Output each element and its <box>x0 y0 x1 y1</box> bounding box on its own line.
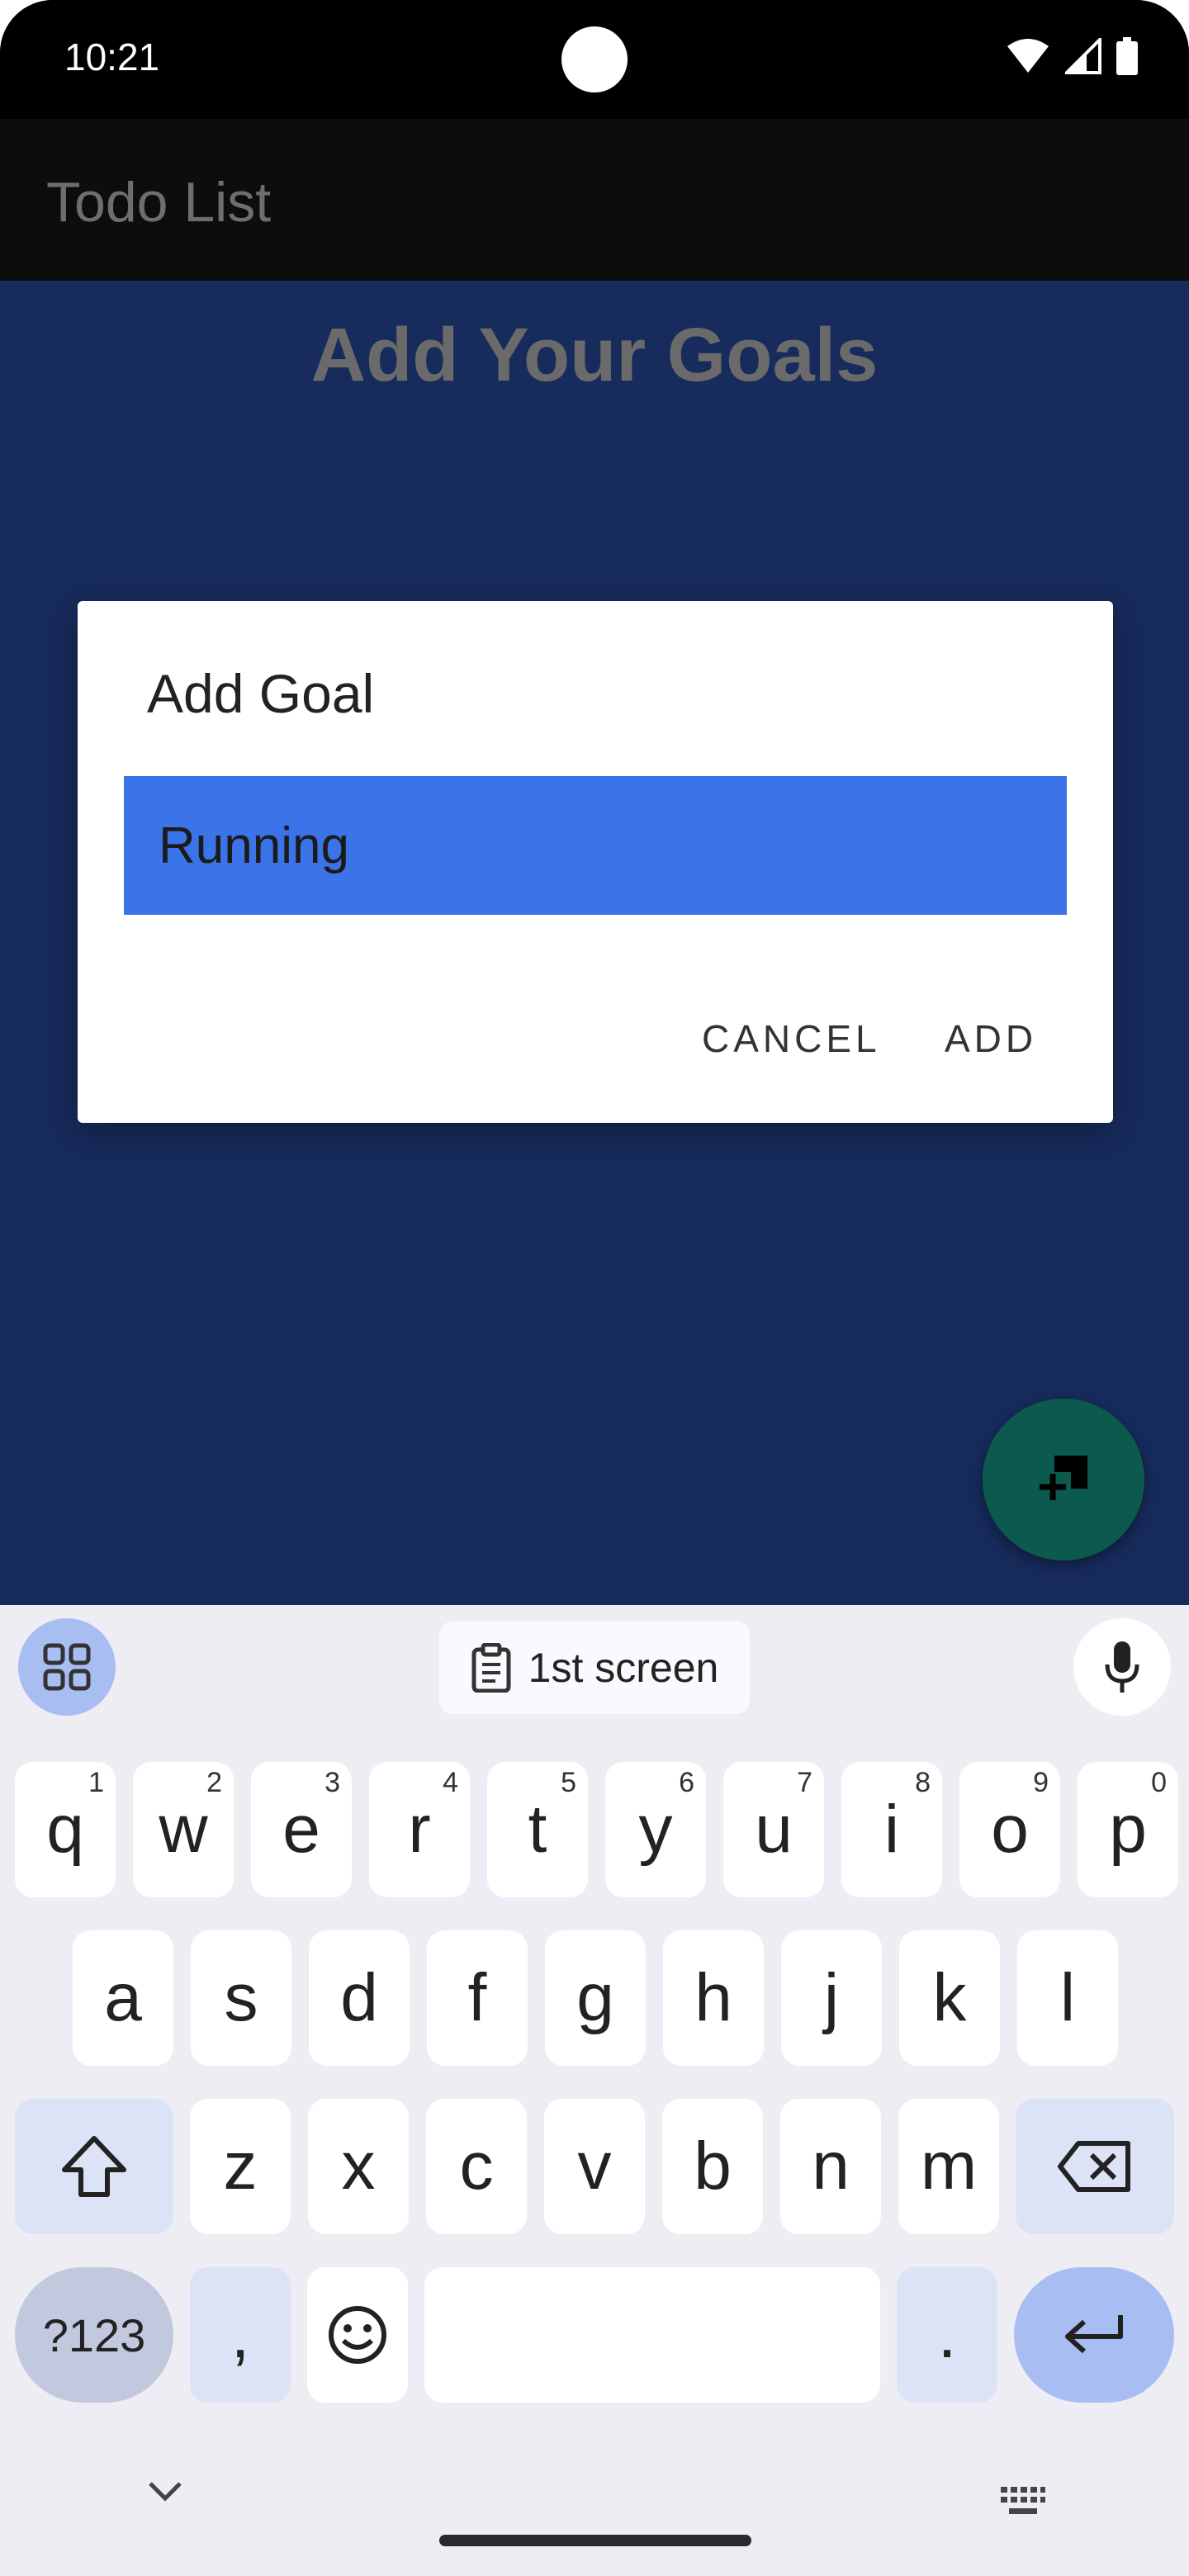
key-i[interactable]: i8 <box>841 1762 942 1897</box>
key-d[interactable]: d <box>309 1930 410 2066</box>
mic-icon <box>1105 1641 1139 1693</box>
emoji-key[interactable] <box>307 2267 408 2403</box>
enter-key[interactable] <box>1014 2267 1174 2403</box>
key-s[interactable]: s <box>191 1930 291 2066</box>
key-label: q <box>46 1792 84 1867</box>
add-button[interactable]: ADD <box>940 1016 1042 1062</box>
suggestion-text: 1st screen <box>528 1645 719 1691</box>
key-c[interactable]: c <box>426 2099 527 2234</box>
period-key[interactable]: . <box>897 2267 997 2403</box>
page-heading: Add Your Goals <box>310 313 879 397</box>
key-number-hint: 7 <box>797 1767 812 1798</box>
key-n[interactable]: n <box>780 2099 881 2234</box>
key-label: t <box>528 1792 547 1867</box>
add-goal-dialog: Add Goal CANCEL ADD <box>78 601 1113 1123</box>
key-r[interactable]: r4 <box>369 1762 470 1897</box>
key-f[interactable]: f <box>427 1930 528 2066</box>
key-k[interactable]: k <box>899 1930 1000 2066</box>
app-title: Todo List <box>46 171 272 234</box>
key-t[interactable]: t5 <box>487 1762 588 1897</box>
status-icons <box>1006 36 1138 76</box>
key-label: e <box>282 1792 320 1867</box>
key-number-hint: 3 <box>324 1767 340 1798</box>
key-y[interactable]: y6 <box>605 1762 706 1897</box>
key-label: w <box>159 1792 208 1867</box>
add-note-icon <box>1040 1456 1087 1500</box>
key-number-hint: 8 <box>915 1767 931 1798</box>
clipboard-icon <box>471 1643 511 1693</box>
status-bar: 10:21 <box>0 0 1189 119</box>
key-label: o <box>991 1792 1029 1867</box>
symbols-key[interactable]: ?123 <box>15 2267 173 2403</box>
clipboard-suggestion-chip[interactable]: 1st screen <box>439 1622 750 1714</box>
key-l[interactable]: l <box>1017 1930 1118 2066</box>
space-key[interactable] <box>424 2267 880 2403</box>
key-h[interactable]: h <box>663 1930 764 2066</box>
shift-icon <box>62 2136 126 2197</box>
key-p[interactable]: p0 <box>1078 1762 1178 1897</box>
add-goal-fab[interactable] <box>983 1399 1144 1560</box>
key-label: y <box>638 1792 673 1867</box>
key-w[interactable]: w2 <box>133 1762 234 1897</box>
home-gesture-bar[interactable] <box>439 2535 751 2546</box>
wifi-icon <box>1007 39 1049 73</box>
key-b[interactable]: b <box>662 2099 763 2234</box>
keyboard-switch-icon[interactable] <box>999 2485 1047 2518</box>
key-a[interactable]: a <box>73 1930 173 2066</box>
key-v[interactable]: v <box>544 2099 645 2234</box>
cancel-button[interactable]: CANCEL <box>697 1016 886 1062</box>
key-number-hint: 6 <box>679 1767 694 1798</box>
key-number-hint: 5 <box>561 1767 576 1798</box>
key-q[interactable]: q1 <box>15 1762 116 1897</box>
hide-keyboard-chevron-icon[interactable] <box>145 2477 185 2507</box>
key-label: p <box>1109 1792 1147 1867</box>
emoji-icon <box>329 2306 386 2364</box>
status-time: 10:21 <box>64 36 160 78</box>
voice-input-button[interactable] <box>1073 1618 1171 1716</box>
key-x[interactable]: x <box>308 2099 409 2234</box>
key-label: u <box>755 1792 793 1867</box>
key-number-hint: 1 <box>88 1767 104 1798</box>
backspace-key[interactable] <box>1016 2099 1174 2234</box>
key-m[interactable]: m <box>898 2099 999 2234</box>
grid-icon <box>43 1643 91 1691</box>
key-label: r <box>408 1792 431 1867</box>
signal-icon <box>1065 38 1101 74</box>
keyboard-apps-button[interactable] <box>18 1618 116 1716</box>
battery-icon <box>1116 37 1138 75</box>
key-number-hint: 2 <box>206 1767 222 1798</box>
key-label: i <box>883 1792 900 1867</box>
key-e[interactable]: e3 <box>251 1762 352 1897</box>
key-o[interactable]: o9 <box>959 1762 1060 1897</box>
goal-input[interactable] <box>124 776 1067 915</box>
dialog-title: Add Goal <box>147 663 375 724</box>
key-number-hint: 4 <box>443 1767 458 1798</box>
key-z[interactable]: z <box>190 2099 291 2234</box>
comma-key[interactable]: , <box>190 2267 291 2403</box>
key-j[interactable]: j <box>781 1930 882 2066</box>
phone-screen: 10:21 Todo List Add Your Goals Add Goal … <box>0 0 1189 2576</box>
enter-icon <box>1065 2315 1123 2354</box>
shift-key[interactable] <box>15 2099 173 2234</box>
soft-keyboard: 1st screen ?123 , . q 1 w 2 e 3 r 4 t 5 … <box>0 1605 1189 2576</box>
key-number-hint: 0 <box>1151 1767 1167 1798</box>
key-number-hint: 9 <box>1033 1767 1049 1798</box>
camera-cutout <box>561 26 628 92</box>
key-u[interactable]: u7 <box>723 1762 824 1897</box>
backspace-icon <box>1058 2141 1130 2192</box>
app-bar: Todo List <box>0 119 1189 281</box>
key-g[interactable]: g <box>545 1930 646 2066</box>
